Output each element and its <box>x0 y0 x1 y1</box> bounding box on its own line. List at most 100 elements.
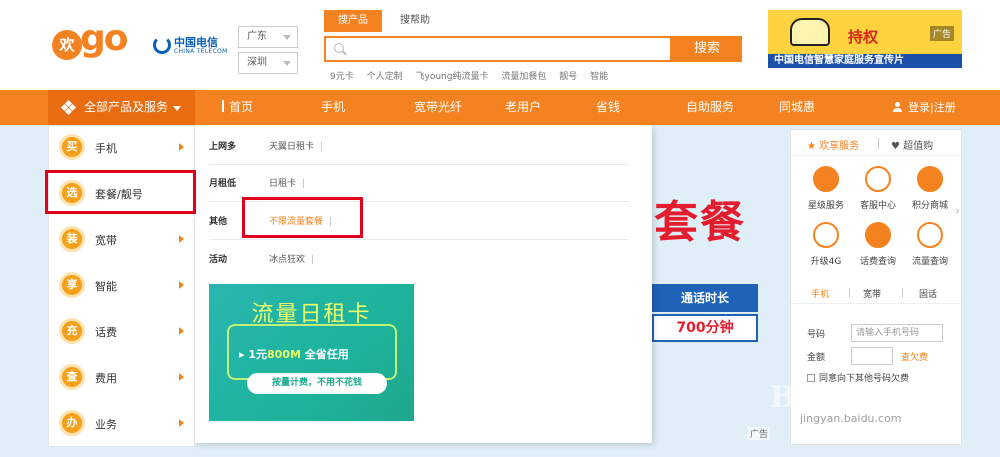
dropdown-link[interactable]: 天翼日租卡 | <box>269 139 323 152</box>
search-button[interactable]: 搜索 <box>672 36 742 62</box>
banner-table-value: 700分钟 <box>652 314 758 342</box>
sidebar-item-business[interactable]: 办 业务 <box>49 402 196 448</box>
service-label: 客服中心 <box>859 201 896 211</box>
dropdown-link[interactable]: 日租卡 | <box>269 176 305 189</box>
amount-row: 金额 查欠费 <box>807 347 928 365</box>
nav-local-deals[interactable]: 同城惠 <box>779 90 815 125</box>
star-icon <box>813 166 839 192</box>
promo-card-daily-rental[interactable]: 流量日租卡 ▸ 1元800M 全省任用 按量计费，不用不花钱 <box>209 284 414 421</box>
phone-number-input[interactable]: 请输入手机号码 <box>851 324 943 342</box>
number-row: 号码 请输入手机号码 <box>807 324 943 342</box>
china-telecom-icon <box>153 36 171 54</box>
nav-self-service[interactable]: 自助服务 <box>686 90 734 125</box>
province-select[interactable]: 广东 <box>238 26 298 48</box>
nav-existing-users[interactable]: 老用户 <box>505 90 541 125</box>
hot-link[interactable]: 流量加餐包 <box>501 72 546 82</box>
dropdown-category: 月租低 <box>209 179 237 189</box>
hand-icon <box>790 18 830 46</box>
hot-link[interactable]: 个人定制 <box>367 72 403 82</box>
service-data-query[interactable]: 流量查询 <box>905 222 955 272</box>
banner-ad-tag: 广告 <box>748 427 771 440</box>
dropdown-category: 其他 <box>209 217 228 227</box>
service-bill-query[interactable]: 话费查询 <box>853 222 903 272</box>
service-support[interactable]: 客服中心 <box>853 166 903 216</box>
sidebar-item-recharge[interactable]: 充 话费 <box>49 310 196 356</box>
magnifier-chart-icon <box>917 222 943 248</box>
nav-home-label: 首页 <box>229 100 254 114</box>
telecom-name-en: CHINA TELECOM <box>174 48 228 55</box>
sidebar-item-smart[interactable]: 享 智能 <box>49 264 196 310</box>
sidebar-item-label: 智能 <box>95 280 117 293</box>
tab-enjoy-service[interactable]: ★ 欢享服务 <box>807 137 859 152</box>
install-icon: 装 <box>59 226 85 252</box>
buy-icon: 买 <box>59 134 85 160</box>
banner-table: 通话时长 700分钟 <box>652 284 758 344</box>
service-tabs: ★ 欢享服务 ♥ 超值购 <box>791 130 963 156</box>
sidebar-item-label: 费用 <box>95 372 117 385</box>
site-header: 欢 go 中国电信 CHINA TELECOM 广东 深圳 搜产品 搜帮助 搜索… <box>0 0 1000 90</box>
hot-link[interactable]: 靓号 <box>559 72 577 82</box>
sidebar-item-broadband[interactable]: 装 宽带 <box>49 218 196 264</box>
hot-search-links: 9元卡 个人定制 飞young纯流量卡 流量加餐包 靓号 智能 <box>330 69 618 82</box>
service-star[interactable]: 星级服务 <box>801 166 851 216</box>
dropdown-category: 上网多 <box>209 142 237 152</box>
nav-broadband[interactable]: 宽带光纤 <box>414 90 462 125</box>
diamond-icon <box>60 99 77 116</box>
enjoy-icon: 享 <box>59 272 85 298</box>
dropdown-row: 月租低 日租卡 | <box>209 162 629 202</box>
coins-icon <box>917 166 943 192</box>
phone-bill-icon <box>865 222 891 248</box>
nav-home[interactable]: 首页 <box>222 90 253 125</box>
baidu-watermark: Bai度经验 <box>770 380 917 415</box>
highlight-unlimited-plan <box>242 197 363 238</box>
chevron-right-icon <box>179 143 184 151</box>
service-points[interactable]: 积分商城 <box>905 166 955 216</box>
login-register: 登录|注册 <box>892 90 956 125</box>
chevron-down-icon <box>283 61 291 66</box>
tab-search-help[interactable]: 搜帮助 <box>386 10 444 32</box>
logo-go-text: go <box>80 18 128 59</box>
number-label: 号码 <box>807 330 826 340</box>
header-ad-banner[interactable]: 持权 广告 中国电信智慧家庭服务宣传片 <box>768 10 962 68</box>
service-label: 积分商城 <box>911 201 948 211</box>
chevron-right-icon <box>179 235 184 243</box>
dropdown-category: 活动 <box>209 255 228 265</box>
sidebar-item-label: 话费 <box>95 326 117 339</box>
register-link[interactable]: 注册 <box>934 101 956 114</box>
service-upgrade-4g[interactable]: 升级4G <box>801 222 851 272</box>
sidebar-item-fees[interactable]: 查 费用 <box>49 356 196 402</box>
query-tab-broadband[interactable]: 宽带 <box>863 287 881 300</box>
tab-value-buy[interactable]: ♥ 超值购 <box>891 137 933 152</box>
hot-link[interactable]: 飞young纯流量卡 <box>416 72 489 82</box>
owe-query-link[interactable]: 查欠费 <box>901 350 928 363</box>
huango-logo[interactable]: 欢 go 中国电信 CHINA TELECOM <box>52 14 227 76</box>
search-input[interactable] <box>350 40 660 58</box>
search-box <box>324 36 672 62</box>
query-icon: 查 <box>59 364 85 390</box>
city-select[interactable]: 深圳 <box>238 52 298 74</box>
dropdown-row: 上网多 天翼日租卡 | <box>209 125 629 165</box>
hot-link[interactable]: 9元卡 <box>330 72 354 82</box>
dropdown-row: 活动 冰点狂欢 | <box>209 238 629 278</box>
login-link[interactable]: 登录 <box>908 101 930 114</box>
chevron-right-icon[interactable]: › <box>955 204 960 218</box>
user-icon <box>892 102 904 112</box>
nav-phone[interactable]: 手机 <box>321 90 345 125</box>
query-tab-landline[interactable]: 固话 <box>919 287 937 300</box>
amount-input[interactable] <box>851 347 893 365</box>
amount-label: 金额 <box>807 353 826 363</box>
baidu-watermark-url: jingyan.baidu.com <box>800 412 902 425</box>
ad-tag: 广告 <box>930 26 955 41</box>
search-icon <box>334 43 344 53</box>
sidebar-item-phone[interactable]: 买 手机 <box>49 126 196 172</box>
ad-caption: 中国电信智慧家庭服务宣传片 <box>768 54 962 68</box>
dropdown-link[interactable]: 冰点狂欢 | <box>269 252 314 265</box>
all-products-menu[interactable]: 全部产品及服务 <box>48 90 195 125</box>
query-tab-mobile[interactable]: 手机 <box>811 287 829 300</box>
nav-save-money[interactable]: 省钱 <box>596 90 620 125</box>
tab-search-products[interactable]: 搜产品 <box>324 10 382 32</box>
highlight-sidebar-plans <box>45 170 196 214</box>
banner-headline: 套餐 <box>654 197 746 248</box>
sidebar-item-label: 业务 <box>95 418 117 431</box>
hot-link[interactable]: 智能 <box>590 72 608 82</box>
